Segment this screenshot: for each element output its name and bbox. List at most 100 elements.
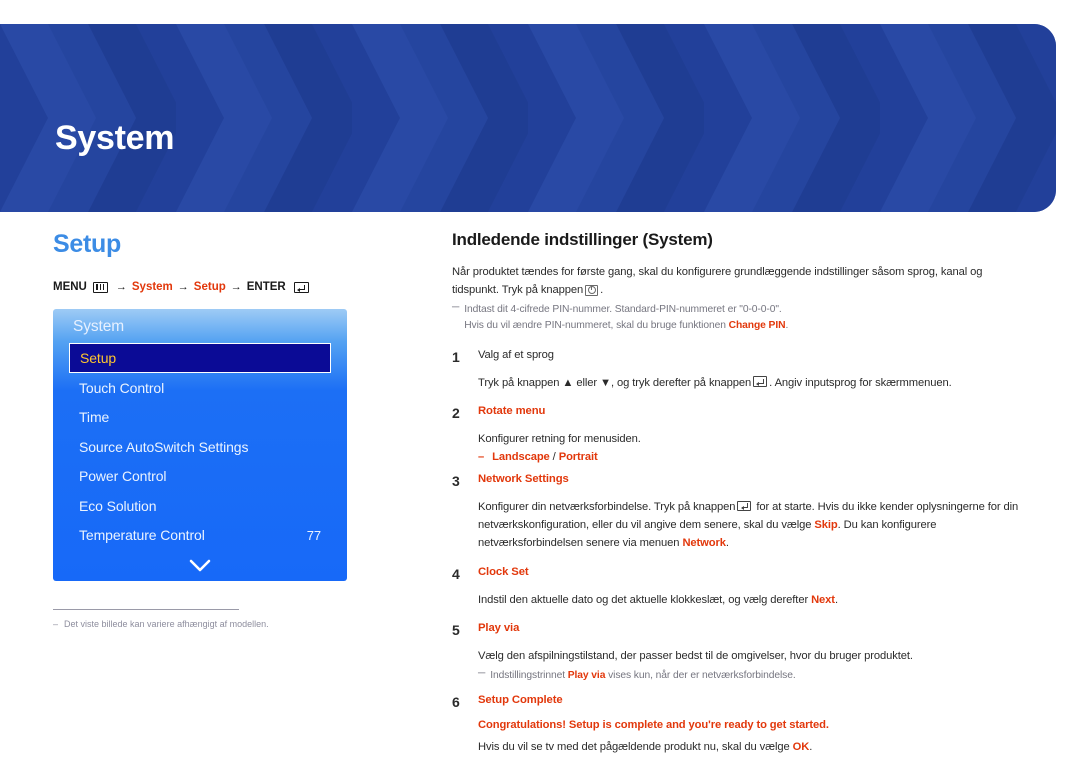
step-text-post: .: [834, 593, 838, 606]
right-column: Indledende indstillinger (System) Når pr…: [452, 230, 1022, 758]
step-item: 6 Setup Complete Congratulations! Setup …: [452, 692, 1022, 756]
power-button-icon: [585, 284, 599, 296]
intro-note: ─ Indtast dit 4-cifrede PIN-nummer. Stan…: [452, 302, 1022, 334]
osd-menu-header: System: [73, 318, 125, 335]
intro-text-end: .: [600, 284, 604, 297]
step-number: 3: [452, 473, 460, 490]
osd-item-label: Temperature Control: [79, 527, 205, 544]
step-text-p1: Konfigurer din netværksforbindelse. Tryk…: [478, 501, 736, 514]
note-dash: ─: [452, 302, 460, 314]
osd-menu-list: Setup Touch Control Time Source AutoSwit…: [53, 343, 347, 578]
section-title: Setup: [53, 230, 121, 258]
step-text-post: .: [809, 740, 813, 753]
article-title: Indledende indstillinger (System): [452, 230, 713, 249]
banner-chevron-pattern: [0, 24, 1056, 212]
intro-paragraph: Når produktet tændes for første gang, sk…: [452, 263, 1022, 299]
osd-item-temperature-control[interactable]: Temperature Control 77: [69, 521, 331, 551]
enter-key-icon: [293, 281, 309, 293]
osd-item-touch-control[interactable]: Touch Control: [69, 373, 331, 403]
step-text-post: . Angiv inputsprog for skærmmenuen.: [769, 376, 952, 389]
osd-item-value: 77: [306, 527, 321, 543]
osd-item-label: Setup: [80, 350, 117, 366]
breadcrumb-enter-label: ENTER: [246, 281, 286, 293]
footnote-divider: [53, 609, 239, 610]
breadcrumb-item-setup[interactable]: Setup: [194, 281, 226, 293]
osd-menu-panel: System Setup Touch Control Time Source A…: [53, 309, 347, 581]
breadcrumb-arrow-3: →: [230, 281, 242, 293]
steps-list: 1 Valg af et sprog Tryk på knappen ▲ ell…: [452, 347, 1022, 756]
step-item: 5 Play via Vælg den afspilningstilstand,…: [452, 620, 1022, 684]
note-dash: ─: [478, 667, 486, 679]
osd-item-label: Source AutoSwitch Settings: [79, 438, 249, 455]
congratulations-text: Congratulations! Setup is complete and y…: [478, 718, 829, 731]
breadcrumb: MENU → System → Setup → ENTER: [53, 281, 398, 293]
osd-item-eco-solution[interactable]: Eco Solution: [69, 491, 331, 521]
option-play-via[interactable]: Play via: [568, 670, 606, 681]
osd-item-label: Power Control: [79, 468, 167, 485]
osd-item-time[interactable]: Time: [69, 403, 331, 433]
note-line-2-post: .: [785, 320, 789, 332]
osd-item-label: Touch Control: [79, 379, 165, 396]
breadcrumb-arrow-1: →: [115, 281, 127, 293]
step-text-pre: Tryk på knappen ▲ eller ▼, og tryk deref…: [478, 376, 752, 389]
osd-item-setup[interactable]: Setup: [69, 343, 331, 373]
step-item: 3 Network Settings Konfigurer din netvær…: [452, 471, 1022, 552]
option-skip[interactable]: Skip: [814, 519, 837, 531]
intro-text: Når produktet tændes for første gang, sk…: [452, 266, 983, 297]
bullet-separator: /: [549, 451, 559, 464]
footnote-text: Det viste billede kan variere afhængigt …: [64, 619, 269, 629]
page-title: System: [55, 119, 175, 157]
note-post: vises kun, når der er netværksforbindels…: [605, 669, 796, 681]
step-text: Tryk på knappen ▲ eller ▼, og tryk deref…: [478, 374, 1022, 392]
left-column: Setup MENU → System → Setup → ENTER Syst…: [53, 230, 398, 631]
enter-key-icon: [753, 376, 768, 387]
step-number: 5: [452, 621, 460, 638]
enter-key-icon: [737, 500, 752, 512]
breadcrumb-arrow-2: →: [177, 281, 189, 293]
option-next[interactable]: Next: [811, 594, 835, 606]
bullet-dash: –: [478, 451, 485, 464]
step-number: 2: [452, 405, 460, 422]
note-body: Indtast dit 4-cifrede PIN-nummer. Standa…: [464, 302, 788, 334]
step-heading: Valg af et sprog: [478, 349, 554, 362]
osd-scroll-down-button[interactable]: [69, 552, 331, 578]
step-text-p4: .: [725, 537, 729, 550]
left-footnote: – Det viste billede kan variere afhængig…: [53, 609, 269, 631]
step-text-pre: Hvis du vil se tv med det pågældende pro…: [478, 740, 793, 753]
change-pin-link[interactable]: Change PIN: [729, 320, 786, 331]
step-text: Konfigurer din netværksforbindelse. Tryk…: [478, 498, 1022, 552]
option-landscape[interactable]: Landscape: [492, 451, 550, 463]
step-text: Hvis du vil se tv med det pågældende pro…: [478, 738, 1022, 756]
note-line-1: Indtast dit 4-cifrede PIN-nummer. Standa…: [464, 304, 782, 316]
breadcrumb-menu-label: MENU: [53, 281, 87, 293]
breadcrumb-item-system[interactable]: System: [132, 281, 173, 293]
chevron-down-icon: [189, 559, 211, 571]
step-note: ─ Indstillingstrinnet Play via vises kun…: [478, 668, 1022, 684]
step-number: 1: [452, 349, 460, 366]
step-item: 4 Clock Set Indstil den aktuelle dato og…: [452, 564, 1022, 609]
step-heading: Rotate menu: [478, 405, 546, 418]
step-text: Indstil den aktuelle dato og det aktuell…: [478, 591, 1022, 609]
footnote-dash: –: [53, 619, 59, 629]
step-text-pre: Indstil den aktuelle dato og det aktuell…: [478, 593, 812, 606]
step-heading: Setup Complete: [478, 693, 563, 706]
note-pre: Indstillingstrinnet: [490, 669, 568, 681]
step-number: 4: [452, 565, 460, 582]
step-heading: Network Settings: [478, 473, 569, 486]
menu-bars-icon: [92, 281, 108, 293]
step-text: Vælg den afspilningstilstand, der passer…: [478, 649, 913, 662]
option-portrait[interactable]: Portrait: [559, 451, 598, 463]
note-body: Indstillingstrinnet Play via vises kun, …: [490, 668, 796, 684]
osd-item-label: Time: [79, 409, 110, 426]
menu-network-link[interactable]: Network: [682, 537, 726, 549]
option-ok[interactable]: OK: [793, 741, 810, 753]
step-item: 2 Rotate menu Konfigurer retning for men…: [452, 403, 1022, 463]
osd-item-source-autoswitch-settings[interactable]: Source AutoSwitch Settings: [69, 432, 331, 462]
step-item: 1 Valg af et sprog Tryk på knappen ▲ ell…: [452, 347, 1022, 392]
step-number: 6: [452, 693, 460, 710]
step-heading: Play via: [478, 621, 520, 634]
osd-item-label: Eco Solution: [79, 497, 157, 514]
page-header-banner: System: [0, 24, 1056, 212]
osd-item-power-control[interactable]: Power Control: [69, 462, 331, 492]
note-line-2-pre: Hvis du vil ændre PIN-nummeret, skal du …: [464, 320, 729, 332]
